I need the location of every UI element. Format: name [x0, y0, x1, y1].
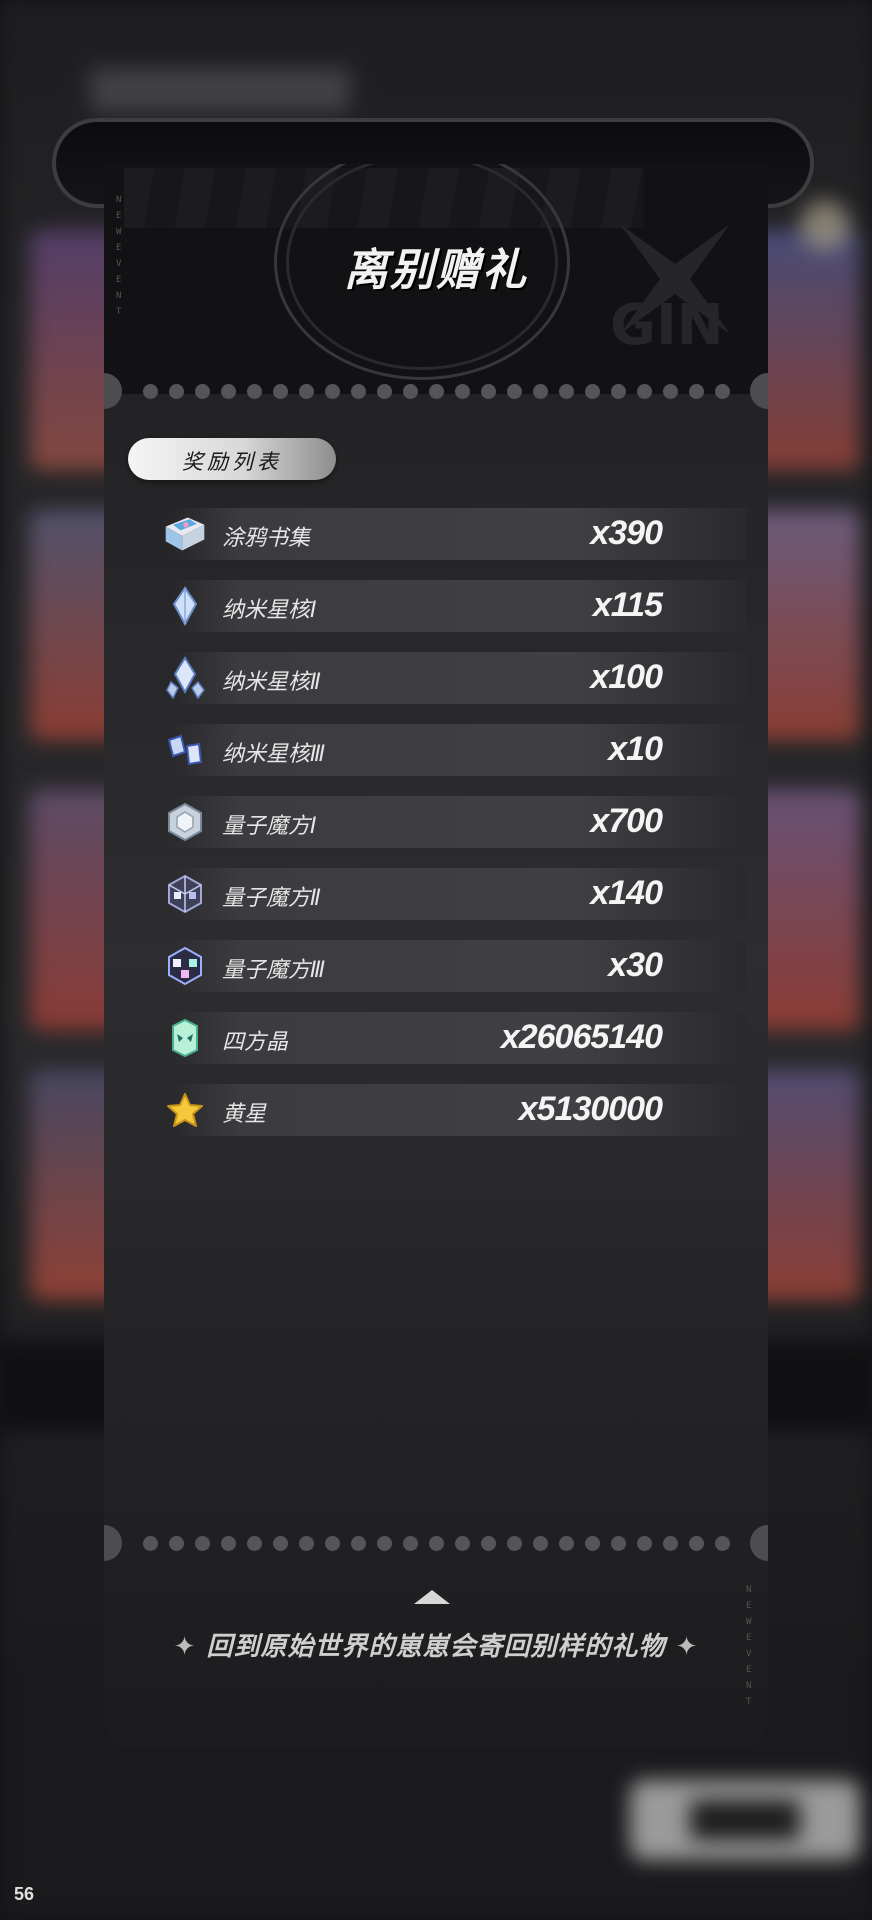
popup-title: 离别赠礼 — [344, 245, 528, 296]
reward-row: 量子魔方Ⅲ x30 — [168, 940, 746, 992]
reward-row: 四方晶 x26065140 — [172, 1012, 746, 1064]
yellow-star-icon — [162, 1087, 208, 1133]
reward-quantity: x10 — [608, 730, 663, 768]
reward-row: 量子魔方Ⅱ x140 — [168, 868, 746, 920]
reward-row: 涂鸦书集 x390 — [165, 508, 746, 560]
cube-dark-icon — [162, 871, 208, 917]
reward-name: 纳米星核Ⅲ — [222, 742, 326, 767]
crystal-pair-icon — [162, 727, 208, 773]
reward-row: 量子魔方Ⅰ x700 — [168, 796, 746, 848]
reward-quantity: x140 — [590, 874, 663, 912]
reward-quantity: x700 — [590, 802, 663, 840]
footer-message-text: 回到原始世界的崽崽会寄回别样的礼物 — [206, 1632, 666, 1662]
reward-name: 涂鸦书集 — [222, 526, 311, 551]
reward-quantity: x390 — [590, 514, 663, 552]
reward-name: 黄星 — [222, 1102, 267, 1127]
screen: GIN NEWEVENT NEWEVENT 离别赠礼 奖励列表 涂鸦书集 x39… — [0, 0, 872, 1920]
reward-list: 涂鸦书集 x390 纳米星核Ⅰ x115 纳米星核Ⅱ x100 纳米星核Ⅲ x1… — [165, 508, 746, 1156]
sparkle-icon: ✦ — [675, 1632, 699, 1662]
sparkle-icon: ✦ — [173, 1632, 197, 1662]
reward-name: 量子魔方Ⅲ — [222, 958, 326, 983]
reward-row: 纳米星核Ⅱ x100 — [166, 652, 746, 704]
reward-row: 纳米星核Ⅲ x10 — [167, 724, 746, 776]
collapse-arrow-icon[interactable] — [414, 1590, 450, 1604]
reward-name: 纳米星核Ⅰ — [222, 598, 317, 623]
fps-counter: 56 — [14, 1884, 35, 1904]
crystal-small-icon — [162, 583, 208, 629]
crystal-cluster-icon — [162, 655, 208, 701]
svg-text:GIN: GIN — [610, 293, 724, 354]
cube-prism-icon — [162, 943, 208, 989]
reward-quantity: x26065140 — [500, 1018, 663, 1056]
reward-quantity: x100 — [590, 658, 663, 696]
green-crystal-icon — [162, 1015, 208, 1061]
reward-list-label: 奖励列表 — [128, 438, 336, 480]
reward-name: 量子魔方Ⅰ — [222, 814, 317, 839]
reward-row: 黄星 x5130000 — [167, 1084, 746, 1136]
perforation-bottom — [104, 1526, 768, 1560]
reward-name: 四方晶 — [222, 1030, 289, 1055]
reward-list-label-text: 奖励列表 — [182, 450, 282, 474]
cube-white-icon — [162, 799, 208, 845]
book-icon — [162, 511, 208, 557]
perforation-top — [104, 374, 768, 408]
gift-popup: GIN NEWEVENT NEWEVENT 离别赠礼 奖励列表 涂鸦书集 x39… — [104, 164, 768, 1750]
reward-name: 纳米星核Ⅱ — [222, 670, 321, 695]
reward-row: 纳米星核Ⅰ x115 — [172, 580, 746, 632]
reward-quantity: x5130000 — [518, 1090, 663, 1128]
reward-quantity: x115 — [592, 586, 663, 624]
reward-name: 量子魔方Ⅱ — [222, 886, 321, 911]
footer-message: ✦ 回到原始世界的崽崽会寄回别样的礼物 ✦ — [104, 1626, 768, 1663]
reward-quantity: x30 — [608, 946, 663, 984]
